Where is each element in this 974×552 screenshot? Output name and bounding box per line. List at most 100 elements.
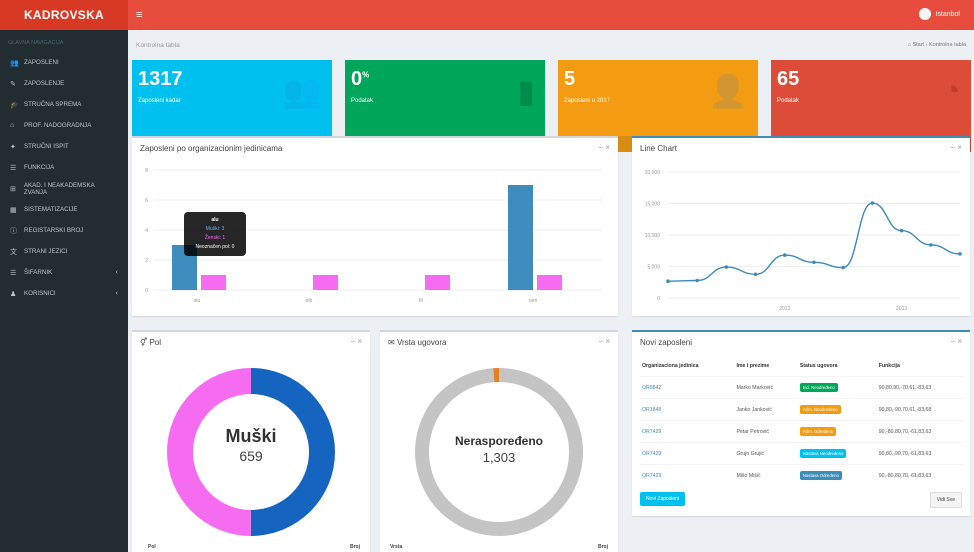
view-all-button[interactable]: Vidi Sve: [929, 492, 962, 508]
donut-center-label: Neraspoređeno: [454, 434, 544, 448]
foot-right: Broj: [598, 544, 608, 550]
pie-chart-icon: ◔: [941, 72, 961, 108]
sidebar-item-korisnici[interactable]: ♟ KORISNICI ‹: [0, 283, 128, 304]
sidebar-item-zaposlenje[interactable]: ✎ ZAPOSLENJE: [0, 73, 128, 94]
line-point[interactable]: [841, 265, 845, 270]
tooltip-male: Muški: 3: [205, 226, 225, 232]
sidebar-item-funkcija[interactable]: ☰ FUNKCIJA: [0, 157, 128, 178]
panel-title: Line Chart: [640, 144, 677, 153]
table-row: OR9842 Marko Marković Ind. Neodređeno 90…: [640, 376, 965, 399]
employee-name: Mišo Mišić: [734, 464, 798, 487]
sidebar-item-sistematizacije[interactable]: ▦ SISTEMATIZACIJE: [0, 199, 128, 220]
bar-ženski-fit[interactable]: [425, 275, 450, 290]
info-box-value: 65: [777, 68, 800, 90]
org-unit-link[interactable]: OR1848: [640, 398, 735, 421]
x-tick-label: fit: [419, 298, 424, 304]
building-icon: ⌂: [10, 122, 15, 129]
sidebar-item-prof-nadogradnja[interactable]: ⌂ PROF. NADOGRADNJA: [0, 115, 128, 136]
breadcrumb-current: Kontrolna tabla: [929, 42, 966, 48]
donut-center-label: Muški: [225, 426, 277, 446]
y-tick-label: 2: [145, 258, 148, 264]
info-box-value: 5: [564, 68, 576, 90]
org-unit-link[interactable]: OR9842: [640, 376, 735, 399]
sidebar-item-label: STRANI JEZICI: [24, 248, 68, 255]
sidebar-item-label: SISTEMATIZACIJE: [24, 206, 78, 213]
home-icon: ⌂: [907, 42, 911, 48]
new-employee-button[interactable]: Novi Zaposleni: [640, 492, 686, 506]
line-point[interactable]: [929, 243, 933, 247]
status-badge: Adm. Određeno: [799, 427, 837, 436]
brand-logo[interactable]: KADROVSKA: [0, 0, 128, 30]
user-icon: ♟: [10, 290, 17, 298]
panel-tools[interactable]: − ×: [598, 337, 610, 346]
main-content: Kontrolna tabla ⌂ Start › Kontrolna tabl…: [128, 30, 974, 552]
sidebar-item-zaposleni[interactable]: 👥 ZAPOSLENI: [0, 52, 128, 73]
sidebar-item-akad-i-neakademska-zvanja[interactable]: ⊞ AKAD. I NEAKADEMSKA ZVANJA: [0, 178, 128, 199]
line-point[interactable]: [666, 279, 670, 284]
org-unit-link[interactable]: OR7429: [640, 464, 735, 487]
table-row: OR7429 Mišo Mišić Nastava Određeno 90,-8…: [640, 464, 965, 487]
table-row: OR7429 Grujo Grujić Nastava Neodređeno 9…: [640, 442, 965, 465]
line-point[interactable]: [812, 260, 816, 265]
sidebar-item-stručna-sprema[interactable]: 🎓 STRUČNA SPREMA: [0, 94, 128, 115]
y-tick-label: 20,000: [645, 170, 661, 176]
employee-name: Grujo Grujić: [734, 442, 798, 465]
y-tick-label: 10,000: [645, 233, 661, 239]
org-unit-link[interactable]: OR7429: [640, 420, 735, 443]
sidebar-item-registarski-broj[interactable]: ⓘ REGISTARSKI BROJ: [0, 220, 128, 241]
page-title: Kontrolna tabla: [136, 42, 180, 49]
y-tick-label: 0: [145, 288, 148, 294]
sidebar-item-label: ZAPOSLENI: [24, 59, 59, 66]
sidebar-item-strani-jezici[interactable]: 文 STRANI JEZICI: [0, 241, 128, 262]
tooltip-title: alu: [211, 217, 219, 223]
breadcrumb-home[interactable]: Start: [912, 42, 924, 48]
x-tick-label: elb: [306, 298, 313, 304]
sidebar-item-šifarnik[interactable]: ☰ ŠIFARNIK ‹: [0, 262, 128, 283]
x-tick-label: 2012: [779, 306, 790, 312]
chart-tooltip: alu Muški: 3 Ženski: 1 Neoznačen pol: 0: [184, 212, 246, 256]
line-point[interactable]: [724, 265, 729, 269]
chevron-left-icon: ‹: [115, 269, 118, 276]
sidebar-item-label: REGISTARSKI BROJ: [24, 227, 84, 234]
user-menu[interactable]: Istanbol: [919, 8, 960, 20]
sidebar-toggle-icon[interactable]: ≡: [136, 9, 142, 21]
edit-icon: ✎: [10, 80, 16, 88]
line-point[interactable]: [753, 272, 758, 277]
bar-ženski-ram[interactable]: [537, 275, 562, 290]
users-icon: 👥: [282, 73, 322, 109]
info-box-label: Zaposleni kadar: [138, 98, 181, 104]
info-box-label: Zaposleni u 2017: [564, 98, 611, 104]
info-box-value: 0%: [351, 68, 370, 90]
panel-title: ⚥ Pol: [140, 338, 162, 347]
contract-icon: ✉: [388, 338, 397, 347]
status-badge: Nastava Neodređeno: [799, 449, 847, 458]
org-unit-link[interactable]: OR7429: [640, 442, 735, 465]
sidebar-item-label: AKAD. I NEAKADEMSKA ZVANJA: [23, 181, 95, 196]
sidebar-item-stručni-ispit[interactable]: ✦ STRUČNI ISPIT: [0, 136, 128, 157]
panel-tools[interactable]: − ×: [950, 143, 962, 152]
bar-ženski-alu[interactable]: [201, 275, 226, 290]
info-box-label: Podatak: [777, 98, 800, 104]
bar-ženski-elb[interactable]: [313, 275, 338, 290]
bar-muški-ram[interactable]: [508, 185, 533, 290]
donut-slice-ostalo[interactable]: [493, 368, 499, 383]
panel-tools[interactable]: − ×: [598, 143, 610, 152]
panel-tools[interactable]: − ×: [950, 337, 962, 346]
line-point[interactable]: [783, 253, 787, 257]
table-icon: ▦: [10, 206, 17, 214]
function-value: 90,80,-90,70,61,-83,68: [876, 398, 965, 421]
user-name: Istanbol: [935, 10, 960, 18]
donut-center-value: 659: [239, 448, 263, 464]
function-value: 90,80,-90,70,-61,83,63: [876, 442, 965, 465]
panel-tools[interactable]: − ×: [350, 337, 362, 346]
status-badge: Ind. Neodređeno: [799, 383, 838, 392]
line-point[interactable]: [899, 228, 904, 233]
donut-center-value: 1,303: [482, 450, 516, 465]
line-point[interactable]: [870, 201, 875, 205]
sidebar-item-label: STRUČNA SPREMA: [24, 101, 82, 108]
info-icon: ⓘ: [10, 227, 17, 235]
line-chart: 0 5,000 10,000 15,000 20,000 2012 2013: [645, 170, 962, 312]
line-point[interactable]: [695, 278, 699, 283]
chevron-left-icon: ‹: [115, 290, 118, 297]
line-point[interactable]: [958, 252, 962, 256]
